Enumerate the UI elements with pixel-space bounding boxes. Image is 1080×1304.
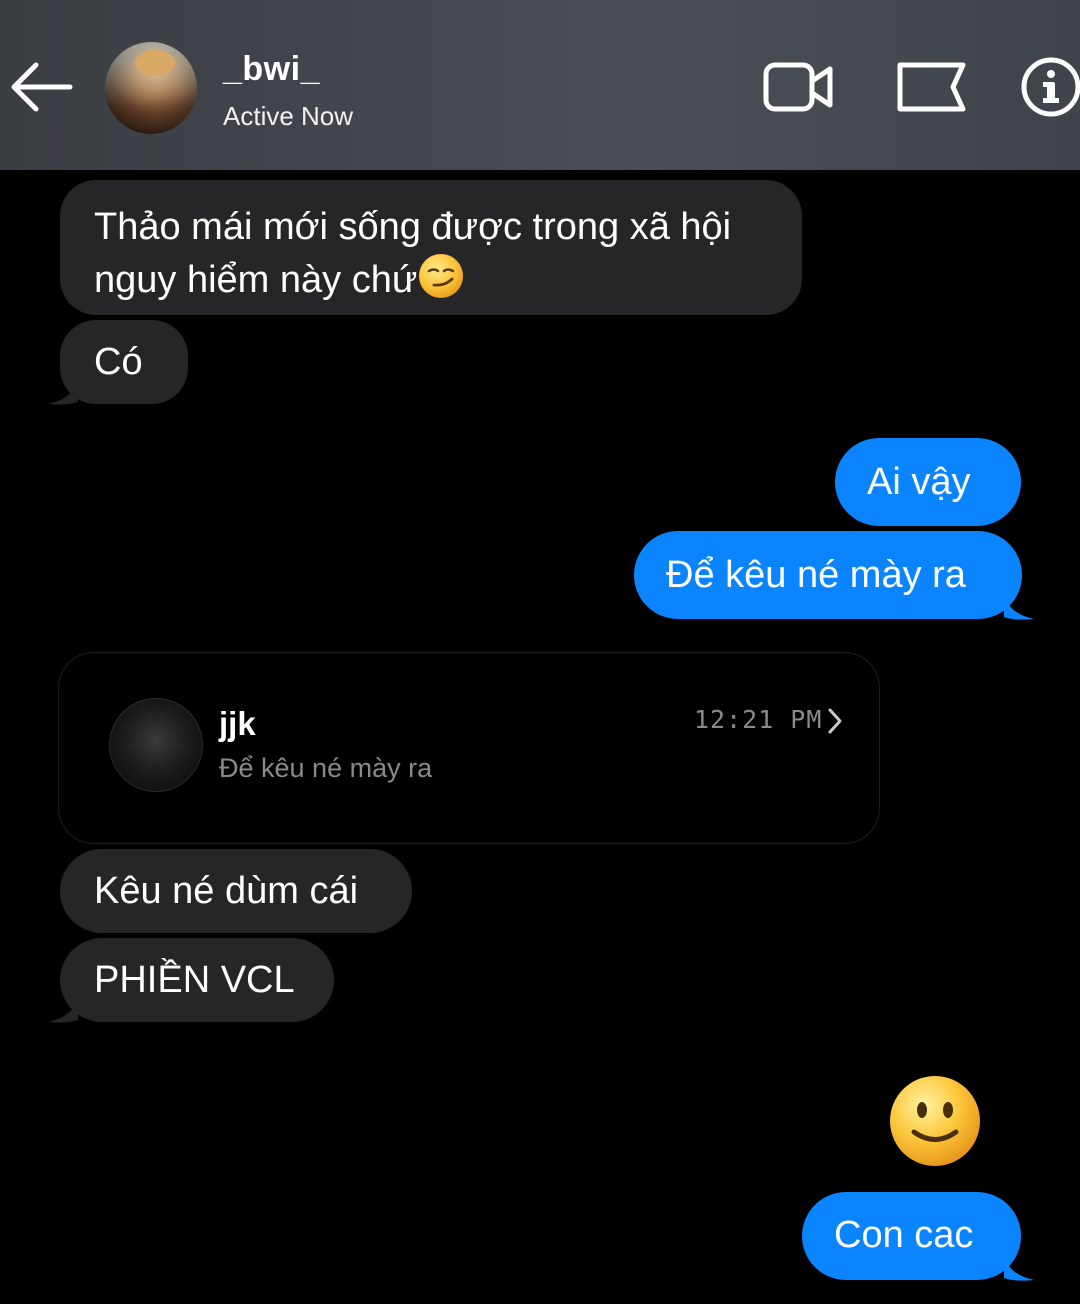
message-text: Con cac (834, 1214, 974, 1256)
incoming-message[interactable]: Có (60, 320, 188, 404)
back-arrow-icon[interactable] (4, 56, 74, 116)
chat-header: _bwi_ Active Now (0, 0, 1080, 170)
avatar[interactable] (105, 42, 197, 134)
bubble-tail (1004, 1252, 1034, 1281)
slightly-smiling-face-icon[interactable] (887, 1073, 983, 1169)
incoming-message[interactable]: Kêu né dùm cái (60, 849, 412, 933)
shared-avatar (109, 698, 203, 792)
message-text: Để kêu né mày ra (666, 554, 966, 596)
smirk-emoji-icon (417, 252, 465, 300)
outgoing-message[interactable]: Con cac (802, 1192, 1021, 1280)
shared-message-time: 12:21 PM (694, 705, 823, 734)
avatar-hair (135, 50, 175, 76)
video-call-icon[interactable] (762, 55, 834, 119)
active-status: Active Now (223, 101, 354, 131)
shared-message-card[interactable]: jjk Để kêu né mày ra 12:21 PM (58, 652, 880, 844)
flag-icon[interactable] (895, 55, 967, 119)
chevron-right-icon (828, 708, 842, 734)
message-text: Có (94, 341, 143, 383)
incoming-message[interactable]: Thảo mái mới sống được trong xã hội nguy… (60, 180, 802, 315)
bubble-tail (1004, 591, 1034, 620)
shared-sender-name: jjk (219, 705, 256, 742)
message-text: Thảo mái mới sống được trong xã hội nguy… (94, 206, 732, 301)
message-text: PHIỀN VCL (94, 959, 295, 1001)
outgoing-message[interactable]: Ai vậy (835, 438, 1021, 526)
bubble-tail (48, 376, 78, 405)
contact-username[interactable]: _bwi_ (223, 50, 320, 89)
bubble-tail (48, 994, 78, 1023)
outgoing-message[interactable]: Để kêu né mày ra (634, 531, 1022, 619)
incoming-message[interactable]: PHIỀN VCL (60, 938, 334, 1022)
message-text: Ai vậy (867, 461, 971, 503)
shared-message-preview: Để kêu né mày ra (219, 753, 433, 783)
message-text: Kêu né dùm cái (94, 870, 359, 912)
info-icon[interactable] (1020, 55, 1080, 119)
